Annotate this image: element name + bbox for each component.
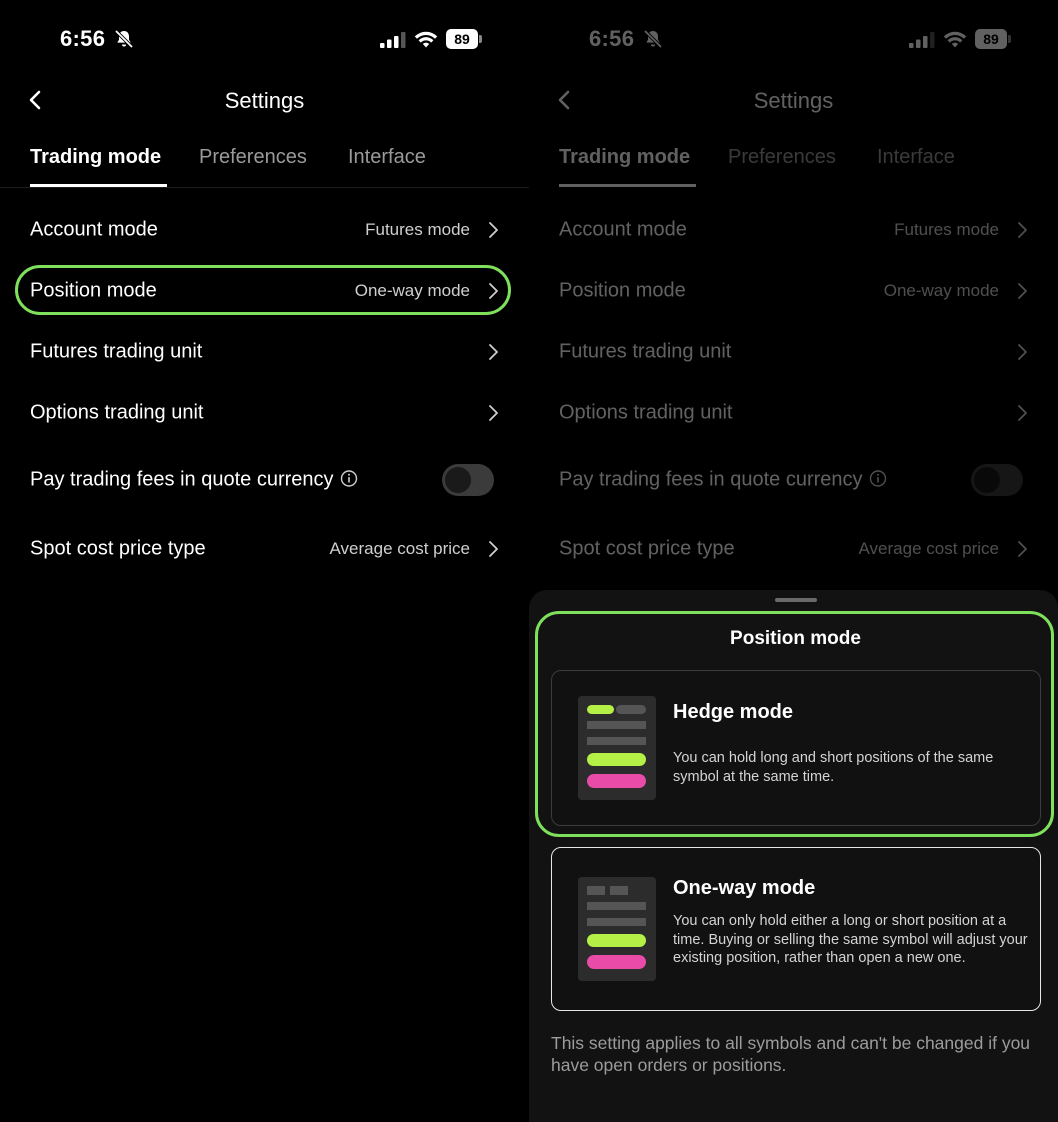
- pay-fees-row: Pay trading fees in quote currency: [30, 460, 500, 500]
- account-mode-label: Account mode: [30, 218, 158, 241]
- battery-icon: 89: [446, 29, 482, 49]
- settings-screen: 6:56 89 Settings Trading mode Preference…: [0, 0, 529, 1122]
- spot-cost-price-type-value: Average cost price: [329, 539, 470, 558]
- chevron-right-icon: [489, 344, 498, 360]
- bell-slash-icon: [114, 29, 134, 49]
- options-trading-unit-row[interactable]: Options trading unit: [30, 393, 500, 433]
- info-icon[interactable]: [340, 470, 358, 488]
- signal-icon: [380, 32, 406, 48]
- position-mode-sheet-screen: 6:56 89 Settings Trading mode Preference…: [529, 0, 1058, 1122]
- pay-fees-toggle[interactable]: [442, 464, 494, 496]
- chevron-right-icon: [489, 541, 498, 557]
- options-trading-unit-label: Options trading unit: [30, 401, 204, 424]
- tabs-divider: [0, 187, 529, 188]
- spot-cost-price-type-label: Spot cost price type: [30, 537, 206, 560]
- sheet-drag-handle[interactable]: [775, 598, 817, 602]
- hedge-mode-highlight: [535, 611, 1054, 837]
- futures-trading-unit-row[interactable]: Futures trading unit: [30, 332, 500, 372]
- position-mode-sheet: Position mode Hedge mode You can hold lo…: [529, 590, 1058, 1122]
- one-way-mode-title: One-way mode: [673, 877, 816, 899]
- one-way-mode-option[interactable]: One-way mode You can only hold either a …: [551, 847, 1041, 1011]
- chevron-right-icon: [489, 222, 498, 238]
- one-way-mode-illustration: [578, 877, 656, 981]
- toggle-knob: [445, 467, 471, 493]
- account-mode-value: Futures mode: [365, 220, 470, 239]
- pay-fees-label-wrap: Pay trading fees in quote currency: [30, 469, 358, 492]
- tab-interface[interactable]: Interface: [348, 146, 426, 169]
- chevron-right-icon: [489, 405, 498, 421]
- status-time: 6:56: [60, 26, 106, 51]
- wifi-icon: [414, 31, 438, 48]
- status-bar: 6:56 89: [0, 26, 529, 56]
- tab-preferences[interactable]: Preferences: [199, 146, 307, 169]
- futures-trading-unit-label: Futures trading unit: [30, 340, 203, 363]
- tab-bar: Trading mode Preferences Interface: [30, 146, 529, 188]
- sheet-note: This setting applies to all symbols and …: [551, 1033, 1031, 1075]
- position-mode-highlight: [15, 265, 511, 315]
- pay-fees-label: Pay trading fees in quote currency: [30, 468, 334, 491]
- account-mode-row[interactable]: Account mode Futures mode: [30, 210, 500, 250]
- battery-level: 89: [446, 29, 478, 49]
- page-title: Settings: [224, 88, 305, 113]
- spot-cost-price-type-row[interactable]: Spot cost price type Average cost price: [30, 529, 500, 569]
- tab-trading-mode[interactable]: Trading mode: [30, 146, 161, 169]
- one-way-mode-description: You can only hold either a long or short…: [673, 913, 1028, 966]
